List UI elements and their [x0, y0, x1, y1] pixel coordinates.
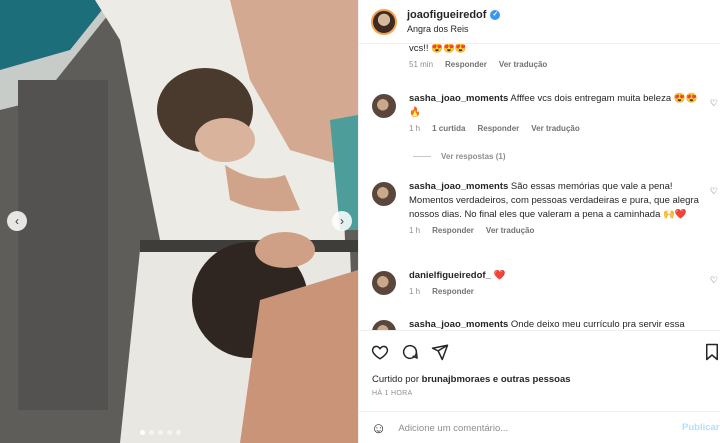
reply-button[interactable]: Responder — [432, 226, 474, 235]
post-photo[interactable]: ‹ › — [0, 0, 358, 443]
liked-user-link[interactable]: brunajbmoraes — [422, 374, 491, 385]
comment-input[interactable] — [398, 422, 649, 434]
comment-like-heart-icon[interactable]: ♡ — [710, 98, 718, 109]
translate-button[interactable]: Ver tradução — [486, 226, 534, 235]
author-avatar[interactable] — [371, 8, 397, 35]
commenter-avatar[interactable] — [372, 271, 396, 295]
view-replies-button[interactable]: Ver respostas (1) — [413, 152, 505, 161]
reply-button[interactable]: Responder — [445, 60, 487, 69]
commenter-avatar[interactable] — [372, 94, 396, 118]
share-icon[interactable] — [431, 343, 449, 361]
post-header: joaofigueiredof ✓ Angra dos Reis — [359, 0, 720, 44]
liked-by-text: Curtido por brunajbmoraes e outras pesso… — [372, 374, 571, 385]
carousel-dot — [140, 430, 145, 435]
emoji-icon[interactable]: ☺ — [371, 420, 386, 437]
comment-item: sasha_joao_moments São essas memórias qu… — [371, 180, 718, 235]
heart-icon[interactable] — [371, 343, 389, 361]
reply-button[interactable]: Responder — [477, 124, 519, 133]
photo-illustration — [0, 0, 358, 443]
comment-item: sasha_joao_moments Onde deixo meu curríc… — [371, 318, 716, 330]
commenter-username[interactable]: sasha_joao_moments — [409, 319, 508, 330]
comment-item: sasha_joao_moments Afffee vcs dois entre… — [371, 92, 718, 133]
carousel-dot — [167, 430, 172, 435]
comment-time: 1 h — [409, 226, 421, 235]
commenter-username[interactable]: sasha_joao_moments — [409, 93, 508, 104]
comment-likes[interactable]: 1 curtida — [432, 124, 465, 133]
comment-time: 51 min — [409, 60, 434, 69]
comment-time: 1 h — [409, 287, 421, 296]
liked-prefix: Curtido por — [372, 374, 419, 385]
view-replies-label: Ver respostas (1) — [441, 152, 506, 161]
commenter-username[interactable]: danielfigueiredof_ — [409, 270, 491, 281]
chevron-left-icon: ‹ — [15, 214, 19, 228]
comments-list[interactable]: vcs!! 😍😍😍 51 min Responder Ver tradução … — [359, 44, 720, 330]
commenter-avatar[interactable] — [372, 320, 396, 330]
commenter-username[interactable]: sasha_joao_moments — [409, 181, 508, 192]
replies-divider — [413, 156, 431, 157]
carousel-dot — [176, 430, 181, 435]
instagram-post-view: ‹ › joaofigueiredof ✓ Angra dos Reis vcs… — [0, 0, 720, 443]
chevron-right-icon: › — [340, 214, 344, 228]
previous-photo-button[interactable]: ‹ — [7, 211, 27, 231]
translate-button[interactable]: Ver tradução — [499, 60, 547, 69]
next-photo-button[interactable]: › — [332, 211, 352, 231]
reply-button[interactable]: Responder — [432, 287, 474, 296]
comment-icon[interactable] — [401, 343, 419, 361]
comment-item: danielfigueiredof_ ❤️ 1 h Responder ♡ — [371, 269, 718, 296]
carousel-dot — [149, 430, 154, 435]
verified-badge-icon: ✓ — [490, 10, 501, 20]
comment-like-heart-icon[interactable]: ♡ — [710, 186, 718, 197]
post-details-panel: joaofigueiredof ✓ Angra dos Reis vcs!! 😍… — [358, 0, 720, 443]
comment-time: 1 h — [409, 124, 421, 133]
bookmark-icon[interactable] — [704, 343, 720, 361]
post-location[interactable]: Angra dos Reis — [407, 24, 500, 34]
commenter-avatar[interactable] — [372, 182, 396, 206]
comment-like-heart-icon[interactable]: ♡ — [710, 275, 718, 286]
comment-text: Onde deixo meu currículo pra servir essa — [510, 319, 685, 330]
publish-button[interactable]: Publicar — [682, 422, 720, 433]
liked-others-link[interactable]: e outras pessoas — [493, 374, 571, 385]
post-actions: Curtido por brunajbmoraes e outras pesso… — [359, 330, 720, 443]
add-comment-row: ☺ Publicar — [359, 411, 720, 443]
post-time[interactable]: HÁ 1 HORA — [372, 390, 412, 397]
carousel-indicator — [140, 430, 181, 435]
carousel-dot — [158, 430, 163, 435]
author-username[interactable]: joaofigueiredof — [407, 9, 486, 21]
comment-text: ❤️ — [493, 270, 506, 281]
comment-item: vcs!! 😍😍😍 51 min Responder Ver tradução — [371, 44, 716, 69]
translate-button[interactable]: Ver tradução — [531, 124, 579, 133]
comment-text: vcs!! 😍😍😍 — [409, 44, 467, 54]
